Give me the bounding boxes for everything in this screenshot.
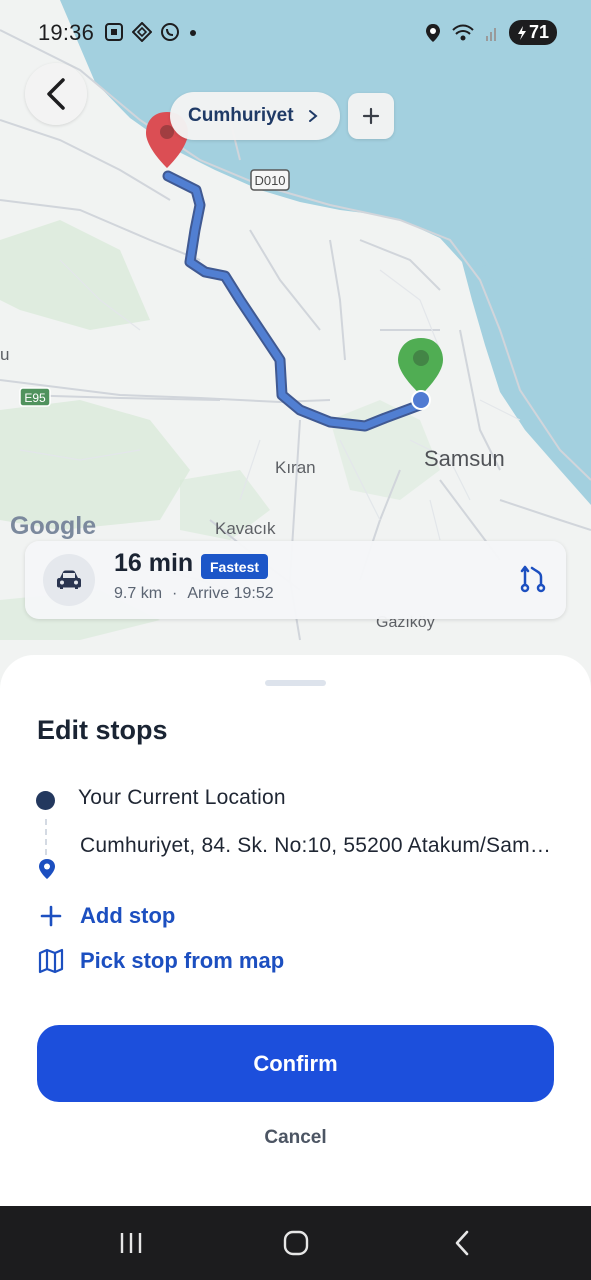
battery-level: 71 — [528, 22, 549, 42]
sheet-drag-handle[interactable] — [265, 680, 326, 686]
chevron-left-icon — [47, 78, 65, 110]
pick-stop-from-map-button[interactable]: Pick stop from map — [38, 948, 284, 974]
stop-destination[interactable]: Cumhuriyet, 84. Sk. No:10, 55200 Atakum/… — [80, 834, 555, 858]
status-bar: 19:36 71 — [0, 0, 591, 64]
system-back-button[interactable] — [442, 1226, 482, 1260]
stop-connector — [45, 819, 47, 855]
dot-icon — [190, 30, 196, 36]
add-stop-label: Add stop — [80, 903, 176, 928]
map-icon — [38, 948, 64, 974]
add-destination-button[interactable] — [348, 93, 394, 139]
battery-charging-icon — [517, 25, 526, 40]
screen-record-icon — [105, 23, 123, 41]
sheet-title: Edit stops — [37, 715, 168, 745]
alternate-routes-icon[interactable] — [520, 563, 546, 593]
destination-chip-label: Cumhuriyet — [188, 105, 294, 126]
wifi-icon — [452, 24, 474, 40]
chevron-right-icon — [308, 110, 318, 122]
status-left-icons — [104, 22, 198, 42]
plus-icon — [40, 905, 62, 927]
stop-origin[interactable]: Your Current Location — [78, 786, 286, 810]
status-right-icons: 71 — [425, 20, 557, 45]
fastest-badge: Fastest — [201, 554, 269, 579]
pick-stop-from-map-label: Pick stop from map — [80, 948, 285, 973]
app-icon — [132, 22, 152, 42]
back-button[interactable] — [25, 63, 87, 125]
route-distance: 9.7 km — [114, 585, 163, 602]
route-duration: 16 min — [114, 549, 194, 577]
battery-indicator: 71 — [508, 20, 557, 45]
recents-icon — [120, 1233, 142, 1253]
add-stop-button[interactable]: Add stop — [38, 903, 175, 929]
signal-icon — [485, 27, 496, 41]
route-separator: · — [172, 585, 178, 602]
whatsapp-icon — [161, 23, 179, 41]
recents-button[interactable] — [111, 1226, 151, 1260]
origin-dot-icon — [36, 791, 55, 810]
location-icon — [425, 23, 440, 42]
route-details: 9.7 km · Arrive 19:52 — [114, 585, 274, 603]
status-time: 19:36 — [38, 20, 95, 45]
route-arrival: Arrive 19:52 — [187, 585, 274, 602]
car-icon — [57, 570, 81, 589]
edit-stops-sheet: Edit stops Your Current Location Cumhuri… — [0, 655, 591, 1206]
system-nav-bar — [0, 1206, 591, 1280]
home-icon — [283, 1230, 309, 1256]
car-mode-icon-wrap — [43, 554, 95, 606]
destination-chip[interactable]: Cumhuriyet — [170, 92, 340, 140]
plus-icon — [362, 107, 380, 125]
confirm-button[interactable]: Confirm — [37, 1025, 554, 1102]
route-card[interactable]: 16 min Fastest 9.7 km · Arrive 19:52 — [25, 541, 566, 619]
cancel-button[interactable]: Cancel — [0, 1127, 591, 1149]
home-button[interactable] — [276, 1226, 316, 1260]
back-icon — [455, 1230, 469, 1256]
destination-pin-icon — [39, 859, 55, 879]
